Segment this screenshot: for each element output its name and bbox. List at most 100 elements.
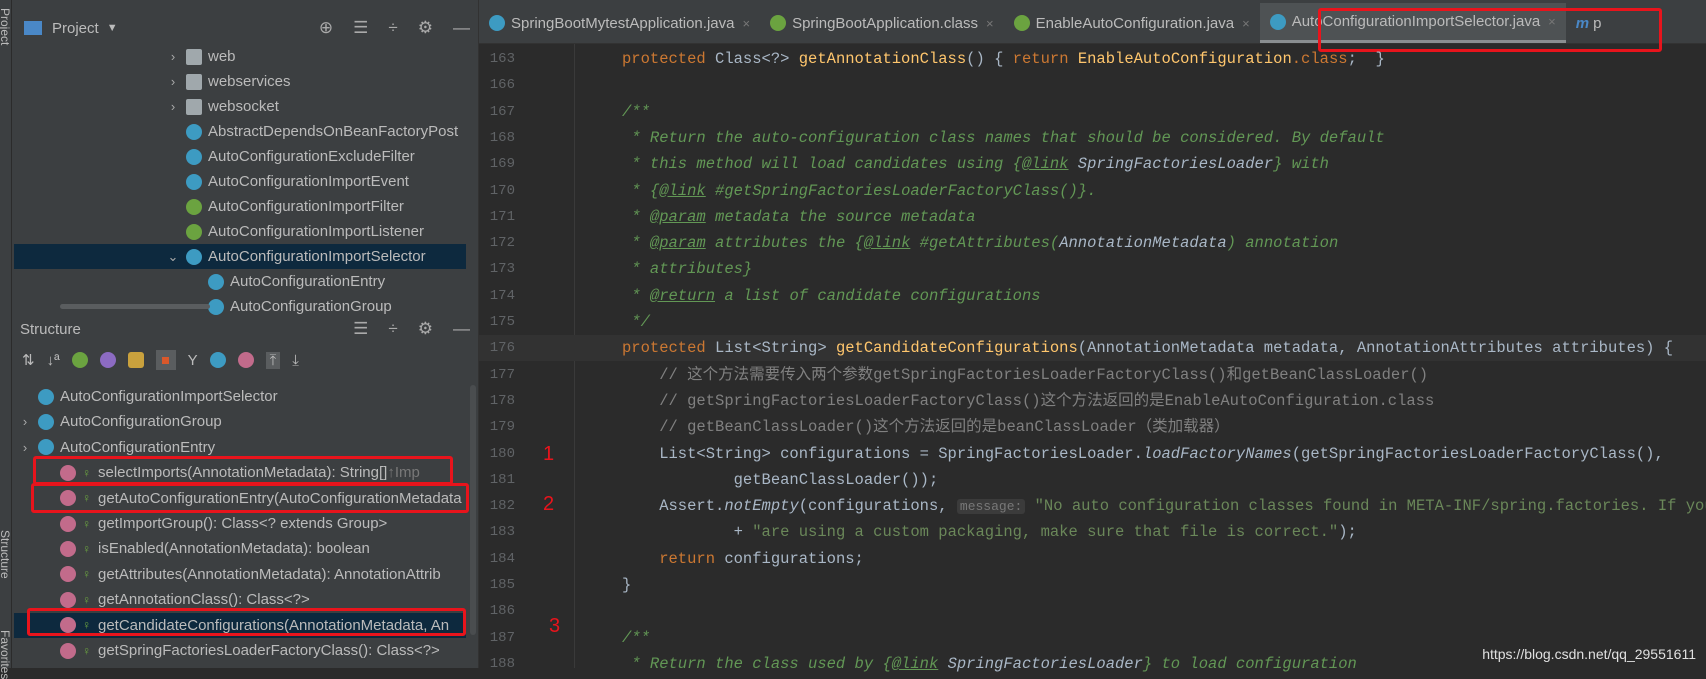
chevron-down-icon[interactable]: ⌄ <box>166 249 180 265</box>
sort-by-visibility-icon[interactable]: ⇅ <box>22 351 35 369</box>
line-number: 183 <box>489 524 515 541</box>
tab-1[interactable]: SpringBootApplication.class × <box>760 3 1004 43</box>
show-lambdas-icon[interactable]: Y <box>188 352 198 369</box>
tree-item[interactable]: AutoConfigurationImportFilter <box>14 194 466 219</box>
tree-item[interactable]: › web <box>14 44 466 69</box>
tree-item[interactable]: AutoConfigurationExcludeFilter <box>14 144 466 169</box>
folder-icon <box>186 73 202 90</box>
code-line: protected List<String> getCandidateConfi… <box>622 335 1673 361</box>
tree-item[interactable]: ♀ getImportGroup(): Class<? extends Group… <box>14 511 466 536</box>
chevron-right-icon[interactable]: › <box>18 414 32 429</box>
collapse-all-icon[interactable]: ÷ <box>388 18 397 38</box>
method-icon <box>60 540 76 557</box>
tree-item-label: websocket <box>208 98 279 115</box>
tab-0[interactable]: SpringBootMytestApplication.java × <box>479 3 760 43</box>
code-token: "are using a custom packaging, make sure… <box>752 523 1339 542</box>
tab-2[interactable]: EnableAutoConfiguration.java × <box>1004 3 1260 43</box>
code-token: * { <box>622 181 660 200</box>
show-anonymous-icon[interactable] <box>209 352 226 368</box>
code-token: Assert. <box>622 497 725 516</box>
close-icon[interactable]: × <box>742 16 750 31</box>
tree-item[interactable]: AbstractDependsOnBeanFactoryPost <box>14 119 466 144</box>
show-properties-icon[interactable] <box>99 352 116 368</box>
expand-all-icon[interactable]: ☰ <box>353 319 368 339</box>
tree-item[interactable]: AutoConfigurationImportEvent <box>14 169 466 194</box>
line-number: 166 <box>489 77 515 94</box>
code-token: * <box>622 286 650 305</box>
minimize-icon[interactable]: — <box>453 18 470 38</box>
code-token: SpringFactoriesLoader <box>1068 155 1274 174</box>
tree-item-label: AutoConfigurationEntry <box>230 273 386 290</box>
code-token: getAnnotationClass <box>798 50 967 68</box>
show-non-public-icon[interactable] <box>155 350 176 370</box>
chevron-down-icon[interactable]: ▼ <box>107 22 118 34</box>
highlight-box-get-auto-configuration-entry <box>31 483 469 513</box>
chevron-right-icon[interactable]: › <box>18 440 32 455</box>
close-icon[interactable]: × <box>986 16 994 31</box>
favorites-tool-button[interactable]: Favorites <box>0 630 12 679</box>
minimize-icon[interactable]: — <box>453 319 470 339</box>
chevron-right-icon[interactable]: › <box>166 99 180 114</box>
locate-icon[interactable]: ⊕ <box>319 18 333 38</box>
code-token: loadFactoryNames <box>1142 444 1292 463</box>
visibility-icon: ♀ <box>82 567 91 582</box>
autoscroll-from-source-icon[interactable]: ⤓ <box>292 352 299 369</box>
code-token: a list of candidate configurations <box>715 286 1041 305</box>
lambda-icon[interactable] <box>237 352 254 368</box>
annotation-number-2: 2 <box>543 493 555 515</box>
sort-alphabetically-icon[interactable]: ↓ª <box>47 352 60 369</box>
autoscroll-to-source-icon[interactable]: ⤒ <box>265 351 281 369</box>
line-number: 172 <box>489 235 515 252</box>
code-token: #getSpringFactoriesLoaderFactoryClass()}… <box>705 181 1097 200</box>
code-token: attributes the { <box>705 234 864 253</box>
chevron-right-icon[interactable]: › <box>166 49 180 64</box>
visibility-icon: ♀ <box>82 516 91 531</box>
line-number: 181 <box>489 471 515 488</box>
tree-item-label: AutoConfigurationImportListener <box>208 223 424 240</box>
line-number: 188 <box>489 655 515 672</box>
class-icon <box>38 388 54 405</box>
vertical-scrollbar[interactable] <box>470 385 476 635</box>
folder-icon <box>186 48 202 65</box>
code-token: @link <box>659 181 706 200</box>
structure-header: Structure ☰ ÷ ⚙ — <box>20 315 478 343</box>
code-line: // getSpringFactoriesLoaderFactoryClass(… <box>622 388 1434 414</box>
gear-icon[interactable]: ⚙ <box>418 18 433 38</box>
show-inherited-icon[interactable] <box>71 352 88 368</box>
project-tool-button[interactable]: Project <box>0 8 12 45</box>
chevron-right-icon[interactable]: › <box>166 74 180 89</box>
tree-item[interactable]: ♀ getAttributes(AnnotationMetadata): Anno… <box>14 562 466 587</box>
code-token: EnableAutoConfiguration <box>1077 50 1292 68</box>
tree-item[interactable]: ⌄ AutoConfigurationImportSelector <box>14 244 466 269</box>
collapse-all-icon[interactable]: ÷ <box>388 319 397 339</box>
tab-label: EnableAutoConfiguration.java <box>1035 14 1235 32</box>
line-number: 178 <box>489 392 515 409</box>
close-icon[interactable]: × <box>1242 16 1250 31</box>
code-editor[interactable]: 163 protected Class<?> getAnnotationClass… <box>479 44 1706 673</box>
gear-icon[interactable]: ⚙ <box>418 319 433 339</box>
tree-item[interactable]: AutoConfigurationImportSelector <box>14 384 466 409</box>
tree-item[interactable]: › websocket <box>14 94 466 119</box>
code-token: * <box>622 207 650 226</box>
code-token: * this method will load candidates using… <box>622 155 1022 174</box>
annotation-number-1: 1 <box>543 443 555 465</box>
project-header: Project ▼ ⊕ ☰ ÷ ⚙ — <box>14 14 478 42</box>
tree-item[interactable]: AutoConfigurationImportListener <box>14 219 466 244</box>
expand-all-icon[interactable]: ☰ <box>353 18 368 38</box>
code-token: metadata the source metadata <box>705 207 976 226</box>
tree-item[interactable]: AutoConfigurationEntry <box>14 269 466 294</box>
horizontal-scrollbar[interactable] <box>60 304 210 309</box>
code-token: () { <box>966 50 1013 68</box>
tree-item-label: getAttributes(AnnotationMetadata): Annot… <box>98 565 441 583</box>
project-title[interactable]: Project <box>52 20 99 37</box>
file-icon <box>489 15 505 31</box>
structure-tool-button[interactable]: Structure <box>0 530 12 579</box>
code-token: ); <box>1338 523 1357 542</box>
show-fields-icon[interactable] <box>127 352 144 368</box>
code-token: @param <box>649 234 706 253</box>
tree-item[interactable]: › webservices <box>14 69 466 94</box>
tab-label: SpringBootMytestApplication.java <box>511 14 735 32</box>
tree-item[interactable]: ♀ getSpringFactoriesLoaderFactoryClass():… <box>14 638 466 663</box>
tree-item[interactable]: ♀ isEnabled(AnnotationMetadata): boolean <box>14 536 466 561</box>
tree-item[interactable]: › AutoConfigurationGroup <box>14 409 466 434</box>
